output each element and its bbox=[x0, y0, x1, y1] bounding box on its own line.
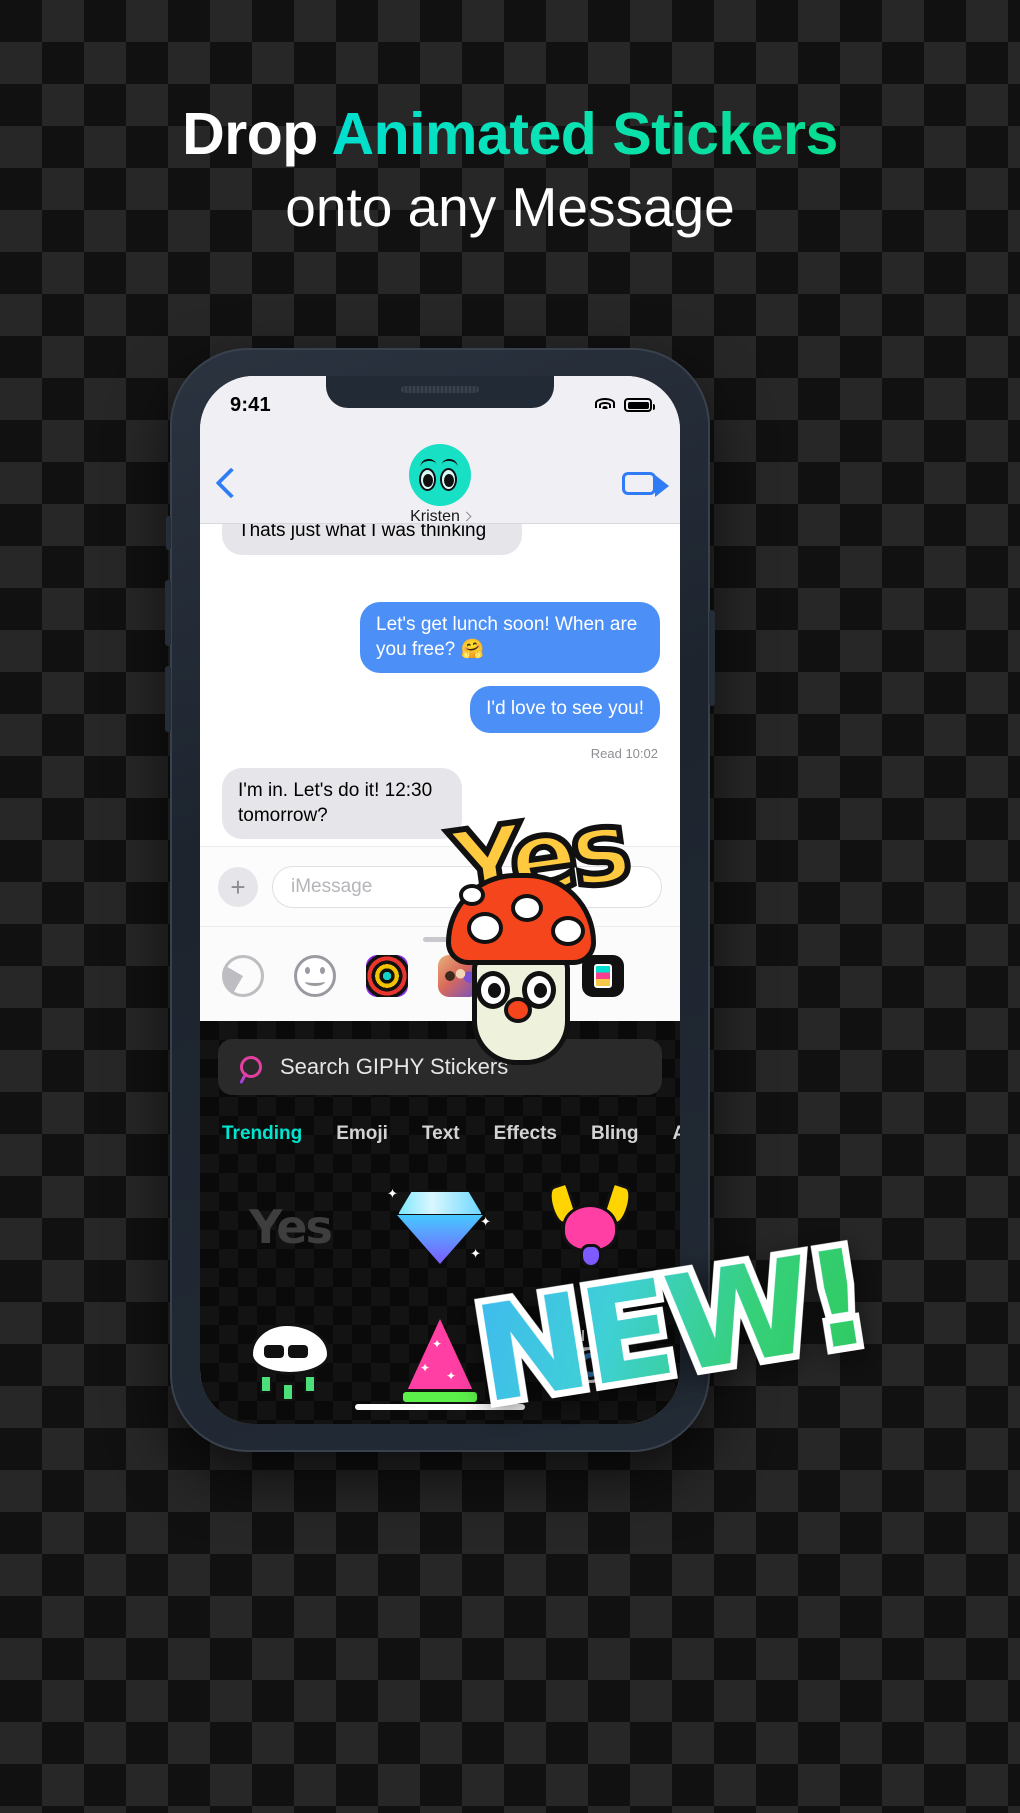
app-store-icon[interactable] bbox=[222, 955, 264, 997]
contact-name[interactable]: Kristen bbox=[410, 508, 472, 526]
photos-icon[interactable] bbox=[510, 955, 552, 997]
status-bar-time: 9:41 bbox=[230, 393, 271, 416]
phone-notch bbox=[326, 376, 554, 408]
battery-icon bbox=[624, 398, 655, 412]
yes-text-sticker[interactable]: Yes bbox=[218, 1161, 362, 1293]
message-bubble-outgoing[interactable]: I'd love to see you! bbox=[470, 686, 660, 733]
tab-accessories[interactable]: Accessories bbox=[673, 1123, 681, 1145]
read-receipt: Read 10:02 bbox=[590, 746, 658, 761]
tab-trending[interactable]: Trending bbox=[222, 1123, 302, 1145]
avatar-eyebrow-right bbox=[441, 457, 459, 468]
conversation-thread: Thats just what I was thinking Let's get… bbox=[200, 524, 680, 846]
message-bubble-outgoing[interactable]: Let's get lunch soon! When are you free?… bbox=[360, 602, 660, 674]
headline-prefix: Drop bbox=[182, 101, 332, 167]
avatar-eye-right bbox=[440, 468, 457, 491]
tab-bling[interactable]: Bling bbox=[591, 1123, 639, 1145]
tab-effects[interactable]: Effects bbox=[494, 1123, 557, 1145]
wifi-icon bbox=[595, 397, 615, 413]
video-camera-icon[interactable] bbox=[622, 472, 669, 497]
digital-touch-icon[interactable] bbox=[366, 955, 408, 997]
compose-bar: + iMessage bbox=[200, 846, 680, 926]
avatar-pupil-left bbox=[423, 474, 433, 487]
add-attachment-button[interactable]: + bbox=[218, 866, 258, 907]
headline-accent: Animated Stickers bbox=[331, 101, 839, 167]
phone-mute-switch bbox=[166, 516, 171, 550]
app-icon-row bbox=[200, 955, 680, 997]
phone-volume-down-button bbox=[165, 666, 171, 732]
avatar-eyebrow-left bbox=[419, 457, 437, 468]
message-bubble-incoming[interactable]: I'm in. Let's do it! 12:30 tomorrow? bbox=[222, 768, 462, 840]
phone-power-button bbox=[709, 610, 715, 706]
phone-volume-up-button bbox=[165, 580, 171, 646]
headline-line-2: onto any Message bbox=[285, 176, 735, 239]
message-bubble-incoming[interactable]: Thats just what I was thinking bbox=[222, 524, 522, 555]
chevron-right-icon bbox=[461, 511, 472, 522]
emoji-icon[interactable] bbox=[294, 955, 336, 997]
back-chevron-icon[interactable] bbox=[215, 467, 247, 499]
giphy-icon[interactable] bbox=[582, 955, 624, 997]
giphy-category-tabs: Trending Emoji Text Effects Bling Access… bbox=[200, 1111, 680, 1157]
tab-emoji[interactable]: Emoji bbox=[336, 1123, 388, 1145]
imessage-app-drawer bbox=[200, 926, 680, 1021]
magnifier-icon bbox=[240, 1056, 262, 1078]
avatar[interactable] bbox=[409, 444, 471, 506]
search-placeholder: Search GIPHY Stickers bbox=[280, 1054, 509, 1079]
diamond-sticker[interactable]: ✦ ✦ ✦ bbox=[368, 1161, 512, 1293]
page-headline: Drop Animated Stickers onto any Message bbox=[0, 101, 1020, 239]
memoji-icon[interactable] bbox=[438, 955, 480, 997]
tab-text[interactable]: Text bbox=[422, 1123, 460, 1145]
money-cloud-sticker[interactable] bbox=[218, 1299, 362, 1424]
drag-handle-icon[interactable] bbox=[423, 937, 457, 942]
earpiece-speaker bbox=[401, 386, 479, 393]
search-input[interactable]: Search GIPHY Stickers bbox=[218, 1039, 662, 1095]
headline-line-1: Drop Animated Stickers bbox=[0, 101, 1020, 167]
contact-name-label: Kristen bbox=[410, 508, 460, 525]
avatar-eye-left bbox=[419, 468, 436, 491]
avatar-pupil-right bbox=[444, 474, 454, 487]
imessage-input[interactable]: iMessage bbox=[272, 865, 662, 908]
